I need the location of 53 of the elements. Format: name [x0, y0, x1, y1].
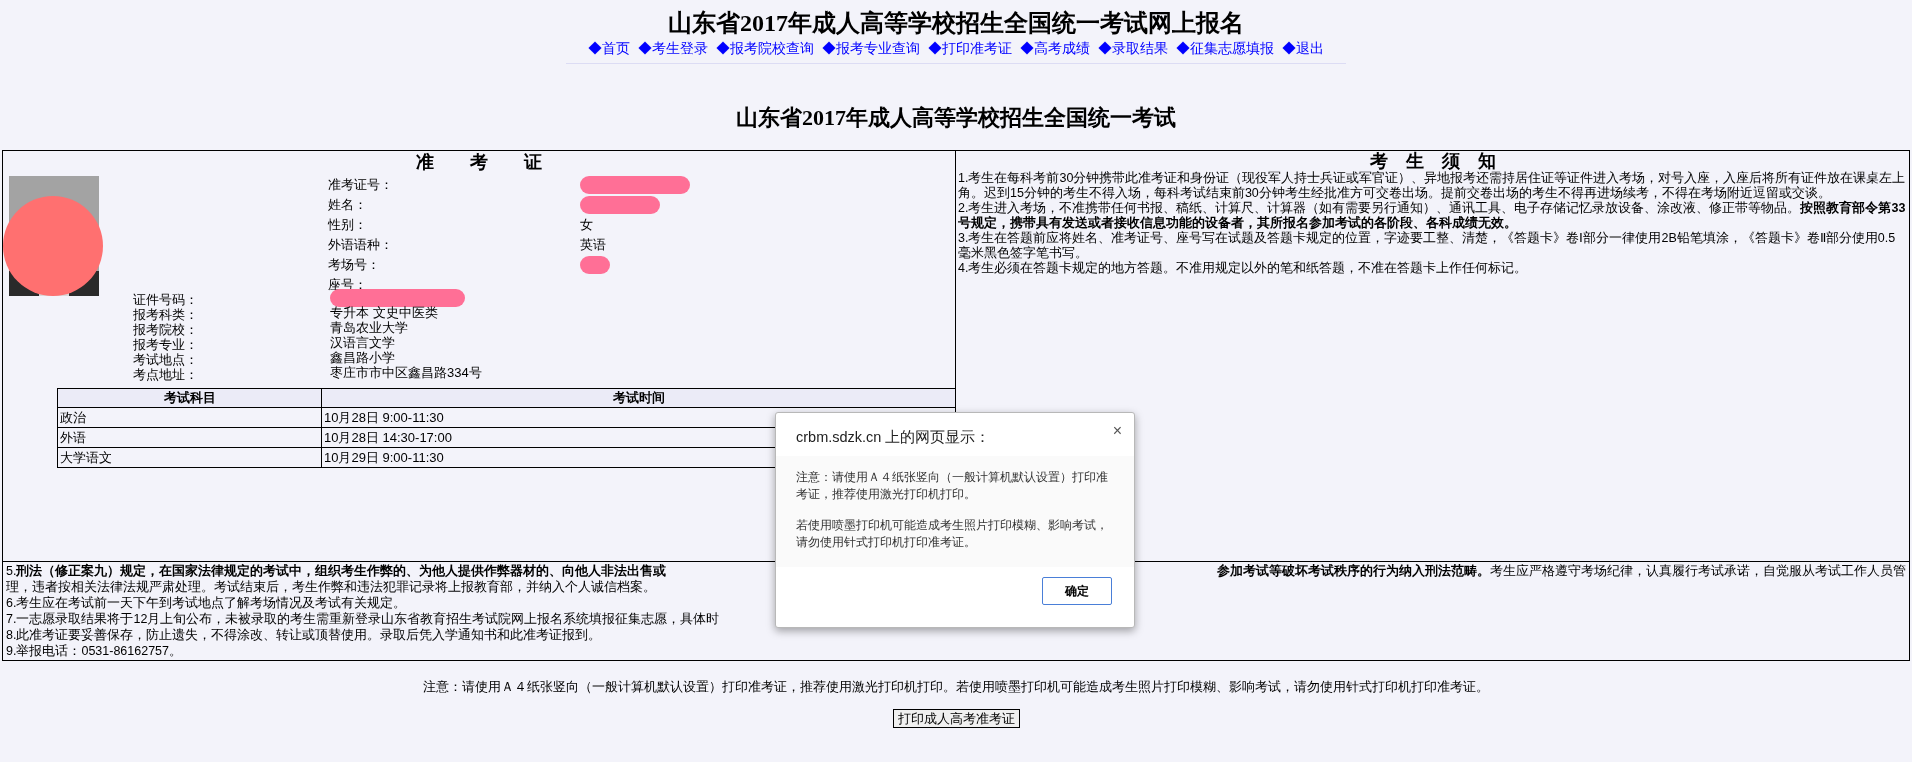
ok-button[interactable]: 确定 — [1042, 577, 1112, 605]
nav-link[interactable]: ◆报考院校查询 — [716, 38, 814, 58]
dialog-message: 注意：请使用Ａ４纸张竖向（一般计算机默认设置）打印准考证，推荐使用激光打印机打印。 — [796, 470, 1109, 502]
page-title: 山东省2017年成人高等学校招生全国统一考试 — [736, 104, 1176, 132]
notice-line: 5.刑法（修正案九）规定，在国家法律规定的考试中，组织考生作弊的、为他人提供作弊器材的、向他人非法出售或 — [6, 563, 667, 579]
field-label: 考点地址： — [133, 366, 199, 380]
field-value: 女 — [580, 216, 593, 235]
notice-line: 8.此准考证要妥善保存，防止遗失，不得涂改、转让或顶替使用。录取后凭入学通知书和此准考证报到。 — [6, 627, 602, 643]
notice-item: 2.考生进入考场，不准携带任何书报、稿纸、计算尺、计算器（如有需要另行通知）、通讯工具、电子存储记忆录放设备、涂改液、修正带等物品。按照教育部令第33号规定，携带具有发送或者接收信息功能的设备者，其所报名参加考试的各阶段、各科成绩无效。 — [958, 201, 1907, 231]
print-button[interactable]: 打印成人高考准考证 — [892, 708, 1020, 728]
notice-line: 7.一志愿录取结果将于12月上旬公布，未被录取的考生需重新登录山东省教育招生考试院网上报名系统填报征集志愿，具体时 — [6, 611, 720, 627]
ticket-title: 准 考 证 — [415, 151, 543, 173]
field-value: 鑫昌路小学 — [330, 349, 395, 366]
notice-line: 理，违者按相关法律法规严肃处理。考试结束后，考生作弊和违法犯罪记录将上报教育部，并纳入个人诚信档案。 — [6, 579, 656, 595]
nav-link[interactable]: ◆高考成绩 — [1020, 38, 1090, 58]
nav-link[interactable]: ◆录取结果 — [1098, 38, 1168, 58]
field-value: 枣庄市市中区鑫昌路334号 — [330, 364, 482, 382]
field-value: 英语 — [580, 236, 606, 255]
nav-link[interactable]: ◆报考专业查询 — [822, 38, 920, 58]
field-label: 报考专业： — [133, 336, 199, 350]
field-label: 外语语种： — [328, 236, 394, 254]
nav-link[interactable]: ◆考生登录 — [638, 38, 708, 58]
notice-line: 参加考试等破坏考试秩序的行为纳入刑法范畴。考生应严格遵守考场纪律，认真履行考试承诺，自觉服从考试工作人员管 — [1217, 563, 1906, 579]
notice-item: 4.考生必须在答题卡规定的地方答题。不准用规定以外的笔和纸答题，不准在答题卡上作任何标记。 — [958, 261, 1529, 276]
notice-line: 9.举报电话：0531-86162757。 — [6, 643, 182, 659]
notice-item: 1.考生在每科考前30分钟携带此准考证和身份证（现役军人持士兵证或军官证）、异地报考还需持居住证等证件进入考场，对号入座，入座后将所有证件放在课桌左上角。迟到15分钟的考生不得入场，每科考试结束前30分钟考生经批准方可交卷出场。提前交卷出场的考生不得再进场续考，不得在考场附近逗留或交谈。 — [958, 171, 1907, 200]
notice-title: 考 生 须 知 — [1368, 151, 1497, 171]
field-label: 性别： — [328, 216, 368, 234]
close-button[interactable]: × — [1112, 419, 1122, 443]
nav-link[interactable]: ◆征集志愿填报 — [1176, 38, 1274, 58]
site-title: 山东省2017年成人高等学校招生全国统一考试网上报名 — [668, 9, 1244, 38]
field-value: 青岛农业大学 — [330, 319, 408, 336]
nav-link[interactable]: ◆退出 — [1282, 38, 1324, 58]
field-label: 姓名： — [328, 196, 368, 214]
field-value: 汉语言文学 — [330, 334, 395, 351]
notice-item: 3.考生在答题前应将姓名、准考证号、座号写在试题及答题卡规定的位置，字迹要工整、清楚，《答题卡》卷Ⅰ部分一律使用2B铅笔填涂，《答题卡》卷Ⅱ部分使用0.5毫米黑色签字笔书写。 — [958, 231, 1897, 261]
notice-line: 6.考生应在考试前一天下午到考试地点了解考场情况及考试有关规定。 — [6, 595, 407, 611]
print-note: 注意：请使用Ａ４纸张竖向（一般计算机默认设置）打印准考证，推荐使用激光打印机打印。若使用喷墨打印机可能造成考生照片打印模糊、影响考试，请勿使用针式打印机打印准考证。 — [423, 678, 1489, 696]
nav-link[interactable]: ◆打印准考证 — [928, 38, 1012, 58]
field-label: 证件号码： — [133, 291, 199, 305]
field-label: 考场号： — [328, 256, 381, 274]
field-value: 专升本 文史中医类 — [330, 303, 438, 321]
field-label: 考试地点： — [133, 351, 199, 365]
table-cell: 政治 — [57, 407, 322, 428]
field-label: 报考科类： — [133, 306, 199, 320]
column-header: 考试科目 — [57, 388, 322, 408]
dialog-message: 若使用喷墨打印机可能造成考生照片打印模糊、影响考试，请勿使用针式打印机打印准考证。 — [796, 518, 1109, 550]
field-label: 准考证号： — [328, 176, 394, 194]
table-cell: 大学语文 — [57, 447, 322, 468]
table-cell: 外语 — [57, 427, 322, 448]
field-label: 报考院校： — [133, 321, 199, 335]
column-header: 考试时间 — [321, 388, 956, 408]
nav-link[interactable]: ◆首页 — [588, 38, 630, 58]
